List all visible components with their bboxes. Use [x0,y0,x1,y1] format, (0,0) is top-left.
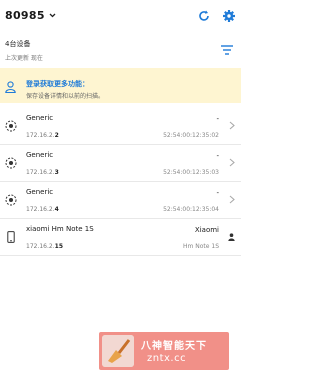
chevron-right-icon [229,121,235,130]
device-name: Generic [26,151,54,159]
device-count: 4台设备 [5,40,31,48]
watermark-url: zntx.cc [147,353,187,364]
device-vendor: Xiaomi [194,226,219,234]
router-icon [5,194,17,206]
phone-icon [7,231,15,243]
gear-icon[interactable] [222,9,236,23]
device-row[interactable]: Generic 172.16.2.4 - 52:54:00:12:35:04 [0,182,241,219]
device-vendor: - [216,189,219,197]
chevron-right-icon [229,195,235,204]
device-row[interactable]: Generic 172.16.2.3 - 52:54:00:12:35:03 [0,145,241,182]
device-vendor: - [216,152,219,160]
last-updated: 上次更新 现在 [5,55,43,62]
watermark-text: 八神智能天下 [141,341,207,352]
broom-logo-icon [102,335,134,367]
device-vendor: - [216,115,219,123]
login-banner[interactable]: 登录获取更多功能： 保存设备详情和以前的扫描。 [0,68,241,103]
device-mac: 52:54:00:12:35:02 [163,132,219,139]
device-mac: 52:54:00:12:35:03 [163,169,219,176]
device-ip: 172.16.2.2 [26,132,59,139]
device-name: xiaomi Hm Note 1S [26,225,94,233]
device-row[interactable]: Generic 172.16.2.2 - 52:54:00:12:35:02 [0,108,241,145]
scan-summary: 4台设备 上次更新 现在 [5,39,237,65]
device-ip: 172.16.2.4 [26,206,59,213]
router-icon [5,157,17,169]
person-icon [228,233,235,241]
banner-title: 登录获取更多功能： [26,80,89,88]
chevron-right-icon [229,158,235,167]
user-icon [5,81,16,93]
device-ip: 172.16.2.15 [26,243,63,250]
banner-subtitle: 保存设备详情和以前的扫描。 [26,93,105,100]
watermark: 八神智能天下 zntx.cc [99,332,229,370]
filter-icon[interactable] [221,45,233,55]
device-mac: 52:54:00:12:35:04 [163,206,219,213]
router-icon [5,120,17,132]
device-name: Generic [26,188,54,196]
network-name: 80985 [5,9,45,22]
app-header: 80985 [0,0,241,34]
refresh-icon[interactable] [197,9,211,23]
device-ip: 172.16.2.3 [26,169,59,176]
chevron-down-icon [49,13,56,18]
network-selector[interactable]: 80985 [5,9,56,22]
device-name: Generic [26,114,54,122]
device-row[interactable]: xiaomi Hm Note 1S 172.16.2.15 Xiaomi Hm … [0,219,241,256]
device-model: Hm Note 1S [183,243,219,250]
